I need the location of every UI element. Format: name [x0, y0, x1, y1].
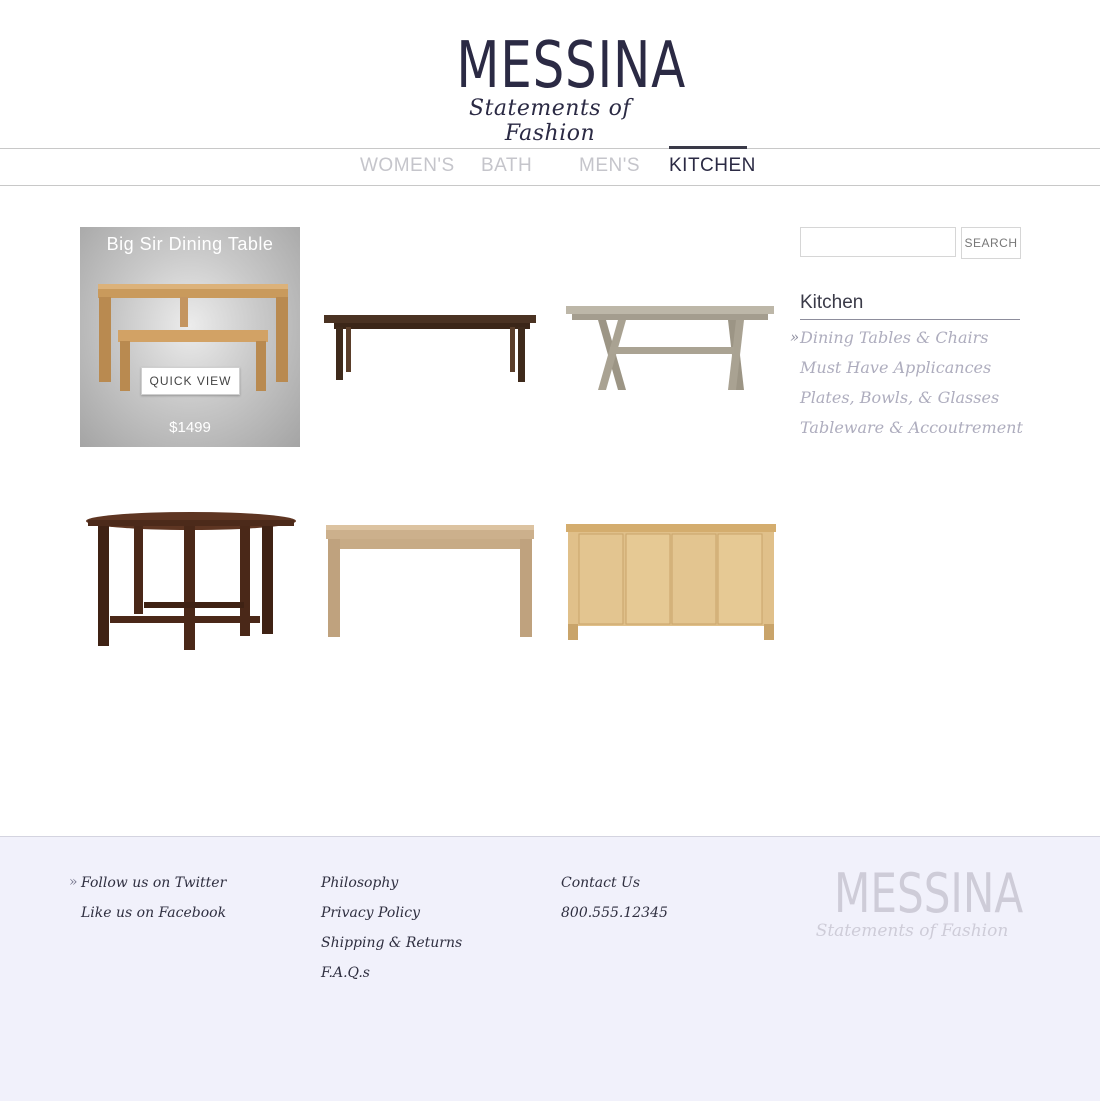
product-price: $1499: [169, 419, 211, 436]
quick-view-button[interactable]: QUICK VIEW: [141, 367, 240, 395]
double-chevron-right-icon: »: [790, 328, 800, 346]
product-tile-trestle-table[interactable]: [560, 227, 780, 447]
search-input[interactable]: [800, 227, 956, 257]
product-tile-round-table[interactable]: [80, 470, 300, 690]
footer-contact: Contact Us 800.555.12345: [561, 875, 668, 935]
footer-link-faqs[interactable]: F.A.Q.s: [321, 965, 462, 995]
product-image: [98, 284, 288, 391]
sidebar-item-must-have-applicances[interactable]: Must Have Applicances: [800, 358, 1040, 388]
footer-phone-number[interactable]: 800.555.12345: [561, 905, 668, 935]
sidebar-category-list: » Dining Tables & Chairs Must Have Appli…: [790, 328, 1040, 448]
footer-link-privacy-policy[interactable]: Privacy Policy: [321, 905, 462, 935]
product-image: [86, 512, 296, 650]
product-image: [566, 524, 776, 640]
footer-link-facebook[interactable]: Like us on Facebook: [81, 905, 226, 935]
double-chevron-right-icon: »: [69, 874, 78, 890]
footer: » Follow us on Twitter Like us on Facebo…: [0, 836, 1100, 1101]
footer-link-shipping-returns[interactable]: Shipping & Returns: [321, 935, 462, 965]
nav-item-mens[interactable]: MEN'S: [579, 155, 640, 177]
sidebar-item-plates-bowls-glasses[interactable]: Plates, Bowls, & Glasses: [800, 388, 1040, 418]
nav-item-womens[interactable]: WOMEN'S: [360, 155, 455, 177]
product-tile-big-sir-dining-table[interactable]: Big Sir Dining Table QUICK VIEW $1499: [80, 227, 300, 447]
footer-link-philosophy[interactable]: Philosophy: [321, 875, 462, 905]
product-image: [324, 315, 536, 382]
product-title: Big Sir Dining Table: [106, 234, 274, 254]
footer-social-links: » Follow us on Twitter Like us on Facebo…: [69, 874, 227, 935]
sidebar-item-dining-tables-chairs[interactable]: » Dining Tables & Chairs: [790, 328, 1040, 358]
product-tile-natural-table[interactable]: [320, 470, 540, 690]
sidebar-heading: Kitchen: [800, 292, 1020, 320]
product-tile-dark-dining-table[interactable]: [320, 227, 540, 447]
brand-name: MESSINA: [456, 29, 687, 103]
footer-link-contact-us[interactable]: Contact Us: [561, 875, 668, 905]
product-tile-sideboard[interactable]: [560, 470, 780, 690]
brand-tagline: Statements of Fashion: [469, 96, 631, 146]
brand-logo[interactable]: MESSINA Statements of Fashion: [430, 29, 687, 146]
search-button[interactable]: SEARCH: [961, 227, 1021, 259]
product-image: [326, 525, 534, 637]
footer-logo[interactable]: MESSINA Statements of Fashion: [812, 862, 1024, 942]
nav-active-indicator: [669, 146, 747, 149]
footer-link-label: Follow us on Twitter: [81, 875, 227, 891]
footer-link-twitter[interactable]: » Follow us on Twitter: [69, 874, 227, 905]
nav-item-kitchen[interactable]: KITCHEN: [669, 155, 756, 177]
footer-info-links: Philosophy Privacy Policy Shipping & Ret…: [321, 875, 462, 995]
product-image: [566, 306, 774, 390]
sidebar-item-label: Dining Tables & Chairs: [800, 328, 989, 347]
footer-brand-name: MESSINA: [834, 862, 1024, 925]
main-nav: WOMEN'S BATH MEN'S KITCHEN: [0, 146, 1100, 186]
nav-item-bath[interactable]: BATH: [481, 155, 532, 177]
sidebar-item-tableware-accoutrement[interactable]: Tableware & Accoutrement: [800, 418, 1040, 448]
